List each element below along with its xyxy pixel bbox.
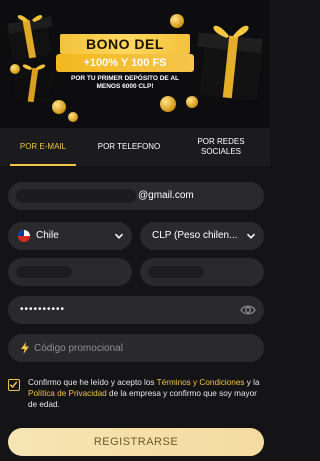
promo-banner: BONO DEL +100% Y 100 FS POR TU PRIMER DE… [0, 0, 270, 128]
gift-box-icon [12, 64, 54, 102]
privacy-link[interactable]: Política de Privacidad [28, 389, 107, 398]
terms-consent: Confirmo que he leído y acepto los Térmi… [8, 377, 264, 413]
country-value: Chile [36, 230, 59, 241]
eye-icon[interactable] [240, 303, 256, 317]
coin-icon [160, 96, 176, 112]
email-field[interactable]: @gmail.com [8, 182, 264, 210]
last-name-redacted [148, 266, 204, 278]
currency-value: CLP (Peso chilen... [152, 230, 238, 241]
chevron-down-icon [114, 233, 124, 239]
bonus-title: BONO DEL [60, 34, 190, 54]
chile-flag-icon [18, 230, 30, 242]
coin-icon [68, 112, 78, 122]
terms-link[interactable]: Términos y Condiciones [157, 378, 245, 387]
bonus-amount: +100% Y 100 FS [56, 54, 194, 72]
tab-email[interactable]: POR E-MAIL [0, 128, 86, 166]
first-name-field[interactable] [8, 258, 132, 286]
country-select[interactable]: Chile [8, 222, 132, 250]
coin-icon [52, 100, 66, 114]
register-button[interactable]: REGISTRARSE [8, 428, 264, 456]
chevron-down-icon [246, 233, 256, 239]
bonus-offer: BONO DEL +100% Y 100 FS POR TU PRIMER DE… [56, 34, 194, 96]
coin-icon [186, 96, 198, 108]
gift-box-icon [7, 15, 53, 60]
checkmark-icon [9, 381, 18, 389]
gift-box-icon [197, 25, 263, 100]
consent-text-middle: y la [244, 378, 260, 387]
promo-code-field[interactable] [8, 334, 264, 362]
registration-tabs: POR E-MAIL POR TELEFONO POR REDES SOCIAL… [0, 128, 270, 166]
coin-icon [170, 14, 184, 28]
consent-text-start: Confirmo que he leído y acepto los [28, 378, 157, 387]
currency-select[interactable]: CLP (Peso chilen... [140, 222, 264, 250]
tab-phone[interactable]: POR TELEFONO [86, 128, 172, 166]
consent-text: Confirmo que he leído y acepto los Térmi… [28, 377, 264, 410]
bonus-subtitle: POR TU PRIMER DEPÓSITO DE AL MENOS 6000 … [71, 75, 179, 90]
lightning-icon [21, 342, 29, 354]
terms-checkbox[interactable] [8, 379, 20, 391]
coin-icon [10, 64, 20, 74]
promo-code-input[interactable] [34, 341, 234, 355]
email-value: @gmail.com [138, 190, 194, 201]
password-field[interactable]: •••••••••• [8, 296, 264, 324]
password-value: •••••••••• [20, 304, 66, 315]
tab-social[interactable]: POR REDES SOCIALES [172, 128, 270, 166]
last-name-field[interactable] [140, 258, 264, 286]
first-name-redacted [16, 266, 72, 278]
email-redacted [16, 189, 136, 203]
